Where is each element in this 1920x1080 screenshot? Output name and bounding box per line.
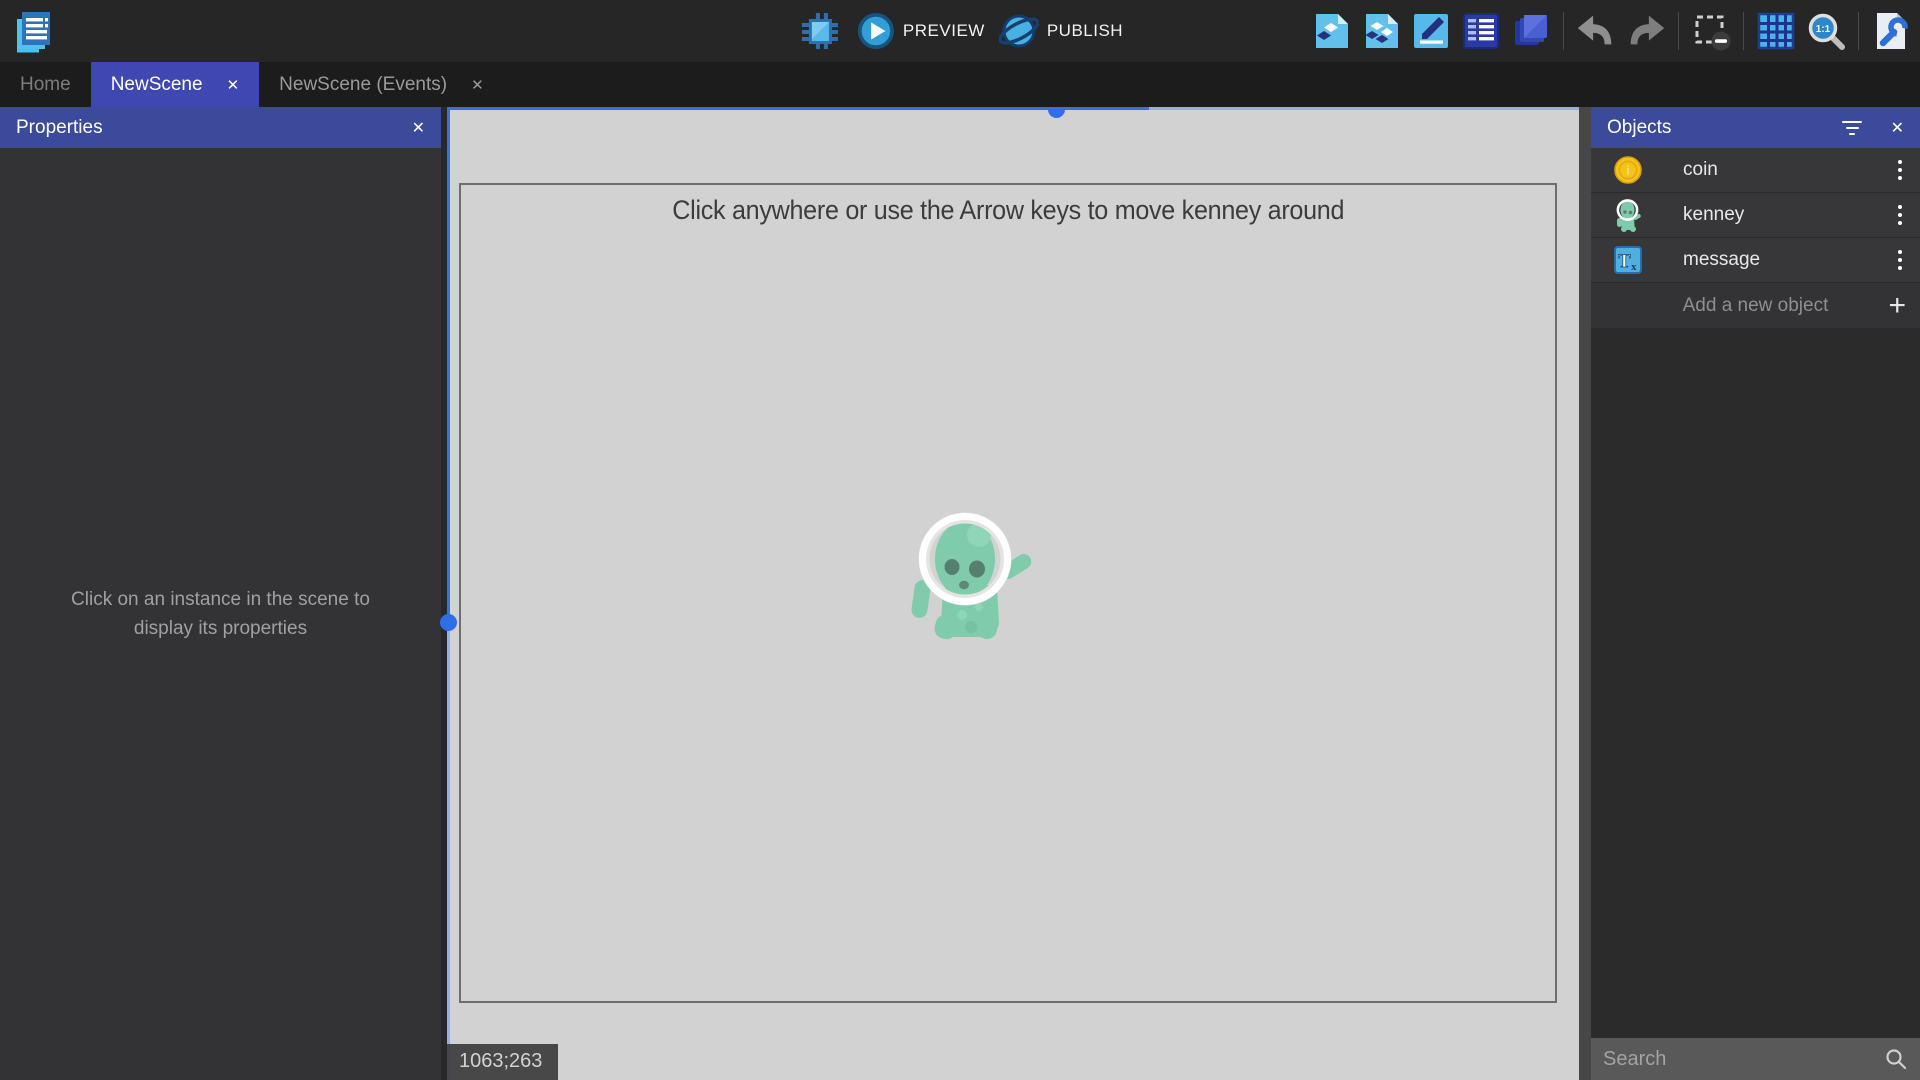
object-label: message: [1683, 249, 1760, 271]
top-toolbar: PREVIEW PUBLISH: [0, 0, 1920, 62]
tab-newscene[interactable]: NewScene ✕: [91, 62, 259, 107]
svg-text:x: x: [1631, 261, 1637, 273]
tab-newscene-events[interactable]: NewScene (Events) ✕: [259, 62, 503, 107]
publish-button[interactable]: PUBLISH: [999, 11, 1123, 51]
objects-title: Objects: [1607, 117, 1671, 139]
toolbar-separator: [1563, 12, 1564, 50]
undo-icon: [1573, 11, 1619, 51]
objects-empty-space: [1591, 328, 1920, 1038]
object-menu-kebab-icon[interactable]: [1894, 156, 1906, 184]
plus-icon[interactable]: +: [1888, 291, 1906, 321]
objects-close-icon[interactable]: ✕: [1891, 118, 1904, 138]
add-object-button[interactable]: Add a new object +: [1591, 283, 1920, 328]
redo-icon: [1623, 11, 1669, 51]
objects-search-input[interactable]: [1603, 1048, 1884, 1071]
open-object-groups-button[interactable]: [1358, 8, 1404, 54]
tab-home-label: Home: [20, 74, 71, 96]
object-row-message[interactable]: T x message: [1591, 238, 1920, 283]
canvas-right-divider[interactable]: [1579, 107, 1591, 1080]
objects-search-bar: [1591, 1038, 1920, 1080]
toolbar-separator: [1678, 12, 1679, 50]
object-label: coin: [1683, 159, 1718, 181]
project-manager-icon: [10, 7, 58, 55]
open-objects-editor-button[interactable]: [1308, 8, 1354, 54]
preview-play-icon: [857, 12, 895, 50]
debugger-button[interactable]: [797, 8, 843, 54]
svg-text:i: i: [1626, 164, 1629, 178]
object-menu-kebab-icon[interactable]: [1894, 246, 1906, 274]
zoom-1-1-icon: 1:1: [1804, 9, 1848, 53]
preview-button[interactable]: PREVIEW: [857, 12, 985, 50]
properties-empty-message: Click on an instance in the scene to dis…: [46, 585, 396, 644]
deselect-icon: [1689, 9, 1733, 53]
properties-body: Click on an instance in the scene to dis…: [0, 148, 441, 1080]
object-label: kenney: [1683, 204, 1744, 226]
publish-label: PUBLISH: [1047, 21, 1123, 41]
layers-icon: [1509, 9, 1553, 53]
add-object-label: Add a new object: [1683, 295, 1829, 317]
clear-selection-button[interactable]: [1688, 8, 1734, 54]
tab-newscene-label: NewScene: [111, 74, 203, 96]
scene-instruction-text: Click anywhere or use the Arrow keys to …: [461, 195, 1555, 226]
publish-globe-icon: [999, 11, 1039, 51]
svg-text:1:1: 1:1: [1816, 24, 1831, 35]
message-object-icon: T x: [1611, 245, 1645, 275]
tab-newscene-events-close-icon[interactable]: ✕: [471, 76, 484, 94]
search-icon[interactable]: [1884, 1047, 1908, 1071]
tab-newscene-events-label: NewScene (Events): [279, 74, 447, 96]
object-menu-kebab-icon[interactable]: [1894, 201, 1906, 229]
objects-panel: Objects ✕ i coin: [1591, 107, 1920, 1080]
zoom-original-button[interactable]: 1:1: [1803, 8, 1849, 54]
project-manager-button[interactable]: [8, 5, 60, 57]
object-row-kenney[interactable]: kenney: [1591, 193, 1920, 238]
tab-home[interactable]: Home: [0, 62, 91, 107]
cursor-coordinates-badge: 1063;263: [447, 1044, 558, 1080]
coin-object-icon: i: [1611, 155, 1645, 185]
selection-handle-top[interactable]: [1048, 109, 1065, 118]
kenney-object-icon: [1611, 198, 1645, 232]
grid-icon: [1754, 9, 1798, 53]
selection-border-left: [447, 107, 450, 1080]
objects-editor-icon: [1309, 9, 1353, 53]
undo-button[interactable]: [1573, 8, 1619, 54]
open-instances-list-button[interactable]: [1458, 8, 1504, 54]
object-groups-icon: [1359, 9, 1403, 53]
svg-text:T: T: [1618, 251, 1631, 272]
toolbar-right-group: 1:1: [1308, 0, 1914, 62]
wrench-page-icon: [1869, 9, 1913, 53]
properties-panel-header: Properties ✕: [0, 107, 441, 148]
redo-button[interactable]: [1623, 8, 1669, 54]
toolbar-separator: [1743, 12, 1744, 50]
toggle-grid-button[interactable]: [1753, 8, 1799, 54]
kenney-character-instance[interactable]: [905, 497, 1037, 645]
tab-newscene-close-icon[interactable]: ✕: [227, 76, 240, 94]
toolbar-separator: [1858, 12, 1859, 50]
open-scene-properties-button[interactable]: [1408, 8, 1454, 54]
debug-chip-icon: [800, 11, 840, 51]
properties-panel: Properties ✕ Click on an instance in the…: [0, 107, 441, 1080]
objects-panel-header: Objects ✕: [1591, 107, 1920, 148]
toolbar-center-group: PREVIEW PUBLISH: [797, 0, 1123, 62]
instances-list-icon: [1459, 9, 1503, 53]
selection-border-top: [447, 107, 1579, 110]
properties-title: Properties: [16, 117, 103, 139]
edit-properties-icon: [1409, 9, 1453, 53]
scene-canvas[interactable]: Click anywhere or use the Arrow keys to …: [447, 107, 1579, 1080]
object-row-coin[interactable]: i coin: [1591, 148, 1920, 193]
open-layers-button[interactable]: [1508, 8, 1554, 54]
preview-label: PREVIEW: [903, 21, 985, 41]
filter-icon[interactable]: [1842, 121, 1862, 135]
scene-settings-button[interactable]: [1868, 8, 1914, 54]
editor-tabbar: Home NewScene ✕ NewScene (Events) ✕: [0, 62, 1920, 107]
selection-handle-left[interactable]: [440, 614, 457, 631]
properties-close-icon[interactable]: ✕: [412, 118, 425, 138]
main-area: Properties ✕ Click on an instance in the…: [0, 107, 1920, 1080]
